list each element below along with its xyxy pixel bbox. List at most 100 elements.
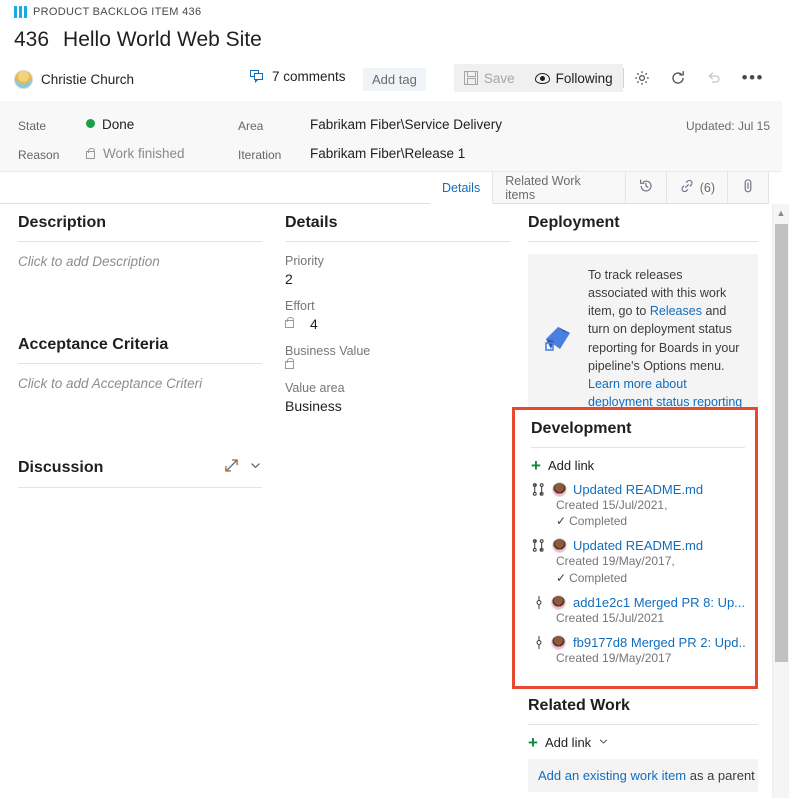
- development-link-item[interactable]: add1e2c1 Merged PR 8: Up... Created 15/J…: [531, 594, 745, 626]
- effort-label: Effort: [285, 299, 315, 313]
- tab-strip-underline: [0, 203, 430, 204]
- development-link-status-label: Completed: [569, 570, 628, 585]
- lock-icon: [285, 317, 294, 328]
- add-existing-work-item-row[interactable]: Add an existing work item as a parent: [528, 759, 758, 792]
- value-area-value[interactable]: Business: [285, 398, 510, 414]
- releases-link[interactable]: Releases: [650, 304, 702, 318]
- description-input[interactable]: Click to add Description: [18, 254, 262, 326]
- chevron-down-icon[interactable]: [598, 735, 609, 750]
- effort-value: 4: [310, 316, 318, 332]
- reason-label: Reason: [18, 148, 60, 162]
- priority-value[interactable]: 2: [285, 271, 510, 287]
- related-work-heading-label: Related Work: [528, 697, 630, 714]
- vertical-scrollbar[interactable]: ▲: [772, 204, 789, 798]
- commit-title: Merged PR 8: Up...: [633, 594, 745, 610]
- related-work-add-link-button[interactable]: + Add link: [528, 733, 758, 752]
- breadcrumb[interactable]: PRODUCT BACKLOG ITEM 436: [14, 6, 201, 18]
- settings-button[interactable]: [624, 64, 660, 92]
- page-title: 436 Hello World Web Site: [14, 28, 262, 52]
- development-link-row: fb9177d8 Merged PR 2: Upd...: [531, 634, 745, 650]
- development-link-item[interactable]: Updated README.md Created 19/May/2017, ✓…: [531, 538, 745, 585]
- add-existing-work-item-link[interactable]: Add an existing work item: [538, 768, 686, 783]
- comments-count-label: 7 comments: [272, 69, 346, 84]
- tab-links[interactable]: (6): [666, 172, 728, 203]
- chevron-down-icon[interactable]: [249, 459, 262, 477]
- acceptance-criteria-input[interactable]: Click to add Acceptance Criteri: [18, 376, 262, 448]
- related-work-heading: Related Work: [528, 697, 758, 725]
- tab-related-work-items[interactable]: Related Work items: [493, 172, 626, 203]
- tab-attachments[interactable]: [728, 172, 769, 203]
- learn-more-link[interactable]: Learn more about deployment status repor…: [588, 377, 742, 409]
- commit-icon: [534, 595, 544, 610]
- development-link-title[interactable]: add1e2c1 Merged PR 8: Up...: [573, 595, 745, 610]
- discussion-heading-actions: [224, 458, 262, 478]
- acceptance-criteria-heading: Acceptance Criteria: [18, 336, 262, 364]
- development-link-row: add1e2c1 Merged PR 8: Up...: [531, 594, 745, 610]
- gear-icon: [634, 70, 650, 86]
- development-link-created: Created 15/Jul/2021: [556, 610, 665, 625]
- development-add-link-label: Add link: [547, 458, 595, 473]
- follow-button[interactable]: Following: [524, 64, 623, 92]
- description-column: Description Click to add Description Acc…: [18, 214, 262, 500]
- business-value-label: Business Value: [285, 344, 371, 358]
- comments-link[interactable]: 7 comments: [250, 69, 346, 84]
- deployment-heading: Deployment: [528, 214, 758, 242]
- commit-title: Merged PR 2: Upd...: [630, 634, 745, 650]
- history-icon: [638, 178, 654, 197]
- deployment-column: Deployment To track releases associated …: [528, 214, 758, 425]
- attachment-icon: [740, 178, 756, 197]
- acceptance-criteria-heading-label: Acceptance Criteria: [18, 336, 169, 353]
- deployment-empty-state: To track releases associated with this w…: [528, 254, 758, 425]
- development-link-status: ✓ Completed: [556, 513, 745, 529]
- tab-details[interactable]: Details: [430, 172, 494, 204]
- plus-icon: +: [528, 733, 538, 752]
- avatar: [551, 594, 566, 610]
- development-link-item[interactable]: Updated README.md Created 15/Jul/2021, ✓…: [531, 482, 745, 529]
- iteration-label: Iteration: [238, 148, 282, 162]
- reason-value-label: Work finished: [103, 146, 185, 161]
- save-button[interactable]: Save: [453, 64, 525, 92]
- discussion-heading-label: Discussion: [18, 459, 104, 476]
- development-link-title[interactable]: Updated README.md: [573, 538, 703, 553]
- development-link-title[interactable]: fb9177d8 Merged PR 2: Upd...: [573, 635, 745, 650]
- link-icon: [679, 178, 695, 197]
- tab-history[interactable]: [625, 172, 667, 203]
- assigned-to-name: Christie Church: [41, 71, 135, 87]
- state-dot-icon: [86, 119, 95, 128]
- iteration-value[interactable]: Fabrikam Fiber\Release 1: [310, 146, 465, 161]
- development-link-created: Created 19/May/2017: [556, 650, 672, 665]
- related-work-section: Related Work + Add link Add an existing …: [528, 697, 758, 792]
- expand-icon[interactable]: [224, 458, 239, 478]
- check-icon: ✓: [556, 514, 567, 529]
- refresh-button[interactable]: [660, 64, 696, 92]
- add-tag-button[interactable]: Add tag: [363, 68, 426, 91]
- work-item-toolbar: Save Following •••: [453, 64, 774, 92]
- lock-icon: [285, 358, 294, 369]
- scroll-up-arrow-icon[interactable]: ▲: [773, 204, 789, 221]
- plus-icon: +: [531, 456, 541, 475]
- more-actions-button[interactable]: •••: [732, 64, 774, 92]
- undo-button[interactable]: [696, 64, 732, 92]
- work-item-id: 436: [14, 28, 50, 51]
- development-section: Development + Add link Updated README.md: [531, 420, 745, 675]
- add-existing-work-item-suffix: as a parent: [686, 768, 755, 783]
- work-item-title[interactable]: Hello World Web Site: [63, 28, 262, 52]
- effort-value-row: 4: [285, 316, 510, 332]
- state-value[interactable]: Done: [86, 117, 134, 132]
- state-value-label: Done: [102, 117, 135, 132]
- tab-related-work-items-label: Related Work items: [505, 173, 581, 202]
- save-label: Save: [483, 70, 515, 86]
- development-add-link-button[interactable]: + Add link: [531, 456, 745, 475]
- tab-details-label: Details: [442, 180, 481, 195]
- check-icon: ✓: [556, 570, 567, 585]
- reason-value: Work finished: [86, 146, 185, 161]
- development-heading-label: Development: [531, 420, 632, 437]
- development-link-item[interactable]: fb9177d8 Merged PR 2: Upd... Created 19/…: [531, 634, 745, 666]
- development-link-title[interactable]: Updated README.md: [573, 482, 703, 497]
- scrollbar-thumb[interactable]: [775, 224, 788, 662]
- area-value[interactable]: Fabrikam Fiber\Service Delivery: [310, 117, 502, 132]
- development-link-row: Updated README.md: [531, 538, 745, 554]
- development-link-created: Created 19/May/2017,: [556, 554, 675, 569]
- avatar: [14, 69, 33, 89]
- follow-label: Following: [555, 70, 613, 86]
